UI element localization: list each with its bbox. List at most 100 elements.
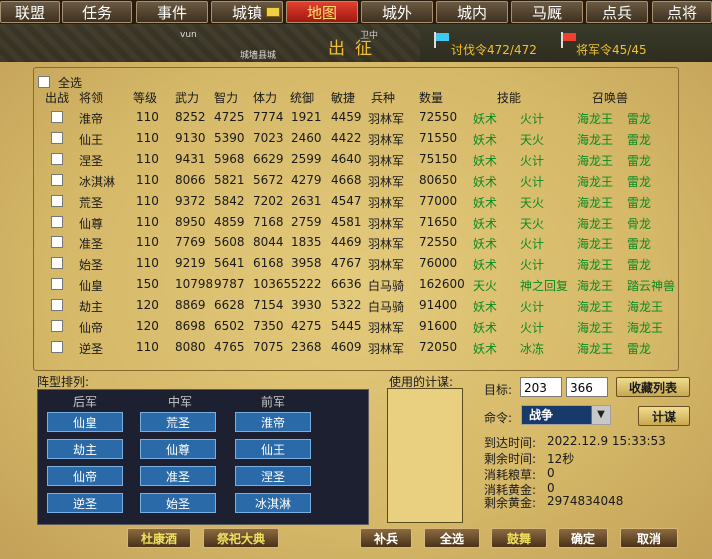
row-checkbox[interactable] [51, 215, 63, 228]
table-cell-lead: 2368 [291, 339, 322, 354]
row-checkbox[interactable] [51, 299, 63, 312]
table-cell-name: 准圣 [79, 237, 104, 252]
drum-button[interactable]: 鼓舞 [491, 528, 547, 548]
table-cell-troop: 羽林军 [368, 216, 405, 231]
column-header: 出战 [45, 91, 70, 105]
table-cell-beast2: 雷龙 [627, 153, 652, 168]
nav-troops[interactable]: 点兵 [586, 1, 648, 23]
row-checkbox[interactable] [51, 236, 63, 249]
formation-slot[interactable]: 涅圣 [235, 466, 311, 486]
table-cell-count: 76000 [419, 256, 458, 271]
table-cell-skill1: 妖术 [473, 258, 498, 273]
table-cell-beast2: 雷龙 [627, 112, 652, 126]
formation-rear-header: 后军 [73, 395, 98, 409]
column-header: 兵种 [371, 91, 396, 105]
row-checkbox[interactable] [51, 320, 63, 332]
nav-map[interactable]: 地图 [286, 1, 358, 23]
column-header: 敏捷 [331, 91, 356, 105]
table-cell-agi: 5322 [331, 298, 362, 313]
formation-slot[interactable]: 仙王 [235, 439, 311, 459]
row-checkbox[interactable] [51, 111, 63, 123]
table-cell-agi: 4422 [331, 130, 362, 145]
nav-generals[interactable]: 点将 [652, 1, 712, 23]
table-cell-name: 淮帝 [79, 112, 104, 126]
table-cell-skill1: 妖术 [473, 321, 498, 335]
replenish-button[interactable]: 补兵 [360, 528, 412, 548]
select-all-checkbox[interactable] [38, 76, 50, 88]
column-header: 等级 [133, 91, 158, 105]
table-cell-count: 72550 [419, 235, 458, 250]
table-cell-troop: 羽林军 [368, 321, 405, 335]
table-cell-skill2: 神之回复 [520, 279, 569, 294]
nav-stable[interactable]: 马厩 [511, 1, 583, 23]
table-cell-str: 8066 [175, 172, 206, 187]
table-cell-agi: 4469 [331, 235, 362, 250]
formation-front-header: 前军 [261, 395, 286, 409]
table-cell-skill2: 天火 [520, 195, 545, 210]
table-cell-name: 涅圣 [79, 153, 104, 168]
table-cell-level: 110 [136, 214, 159, 229]
gold-cost: 0 [547, 481, 555, 495]
formation-slot[interactable]: 逆圣 [47, 493, 123, 513]
column-header: 将领 [79, 91, 104, 105]
table-cell-troop: 羽林军 [368, 112, 405, 126]
table-cell-str: 7769 [175, 235, 206, 250]
table-cell-lead: 2599 [291, 151, 322, 166]
confirm-button[interactable]: 确定 [558, 528, 608, 548]
nav-events[interactable]: 事件 [136, 1, 208, 23]
plan-button[interactable]: 计谋 [638, 406, 690, 426]
formation-slot[interactable]: 仙皇 [47, 412, 123, 432]
select-all-button[interactable]: 全选 [424, 528, 480, 548]
table-cell-lead: 2759 [291, 214, 322, 229]
formation-slot[interactable]: 荒圣 [140, 412, 216, 432]
remaining-time: 12秒 [547, 452, 575, 466]
table-cell-str: 9431 [175, 151, 206, 166]
favorites-button[interactable]: 收藏列表 [616, 377, 690, 397]
formation-slot[interactable]: 淮帝 [235, 412, 311, 432]
target-y-input[interactable]: 366 [566, 377, 608, 397]
table-cell-beast1: 海龙王 [577, 112, 614, 126]
row-checkbox[interactable] [51, 278, 63, 291]
row-checkbox[interactable] [51, 173, 63, 186]
command-select[interactable]: 战争 ▼ [521, 405, 611, 425]
table-cell-int: 5608 [214, 235, 245, 250]
table-cell-lead: 5222 [291, 277, 322, 292]
table-cell-name: 劫主 [79, 300, 104, 315]
table-cell-level: 110 [136, 256, 159, 271]
row-checkbox[interactable] [51, 194, 63, 207]
sacrifice-button[interactable]: 祭祀大典 [203, 528, 279, 548]
target-x-input[interactable]: 203 [520, 377, 562, 397]
column-header: 统御 [290, 91, 315, 105]
table-cell-level: 110 [136, 151, 159, 166]
formation-slot[interactable]: 仙尊 [140, 439, 216, 459]
dukang-wine-button[interactable]: 杜康酒 [127, 528, 191, 548]
table-cell-agi: 6636 [331, 277, 362, 292]
table-cell-level: 110 [136, 172, 159, 187]
row-checkbox[interactable] [51, 131, 63, 144]
row-checkbox[interactable] [51, 340, 63, 353]
formation-slot[interactable]: 劫主 [47, 439, 123, 459]
table-cell-skill1: 妖术 [473, 341, 498, 356]
column-header: 召唤兽 [592, 91, 629, 105]
formation-slot[interactable]: 仙帝 [47, 466, 123, 486]
formation-slot[interactable]: 始圣 [140, 493, 216, 513]
nav-inside[interactable]: 城内 [436, 1, 508, 23]
row-checkbox[interactable] [51, 152, 63, 165]
nav-alliance[interactable]: 联盟 [0, 1, 60, 23]
remaining-gold-label: 剩余黄金: [484, 496, 537, 510]
formation-slot[interactable]: 准圣 [140, 466, 216, 486]
formation-middle-header: 中军 [168, 395, 193, 409]
formation-slot[interactable]: 冰淇淋 [235, 493, 311, 513]
table-cell-skill2: 火计 [520, 300, 545, 315]
table-cell-beast2: 骨龙 [627, 216, 652, 231]
nav-tasks[interactable]: 任务 [62, 1, 132, 23]
nav-towns[interactable]: 城镇 [211, 1, 283, 23]
row-checkbox[interactable] [51, 257, 63, 270]
cancel-button[interactable]: 取消 [620, 528, 678, 548]
nav-outside[interactable]: 城外 [361, 1, 433, 23]
table-cell-name: 仙尊 [79, 216, 104, 231]
table-cell-name: 仙帝 [79, 321, 104, 335]
table-cell-skill1: 天火 [473, 279, 498, 294]
strategy-list[interactable] [387, 388, 463, 523]
table-cell-beast2: 雷龙 [627, 237, 652, 252]
